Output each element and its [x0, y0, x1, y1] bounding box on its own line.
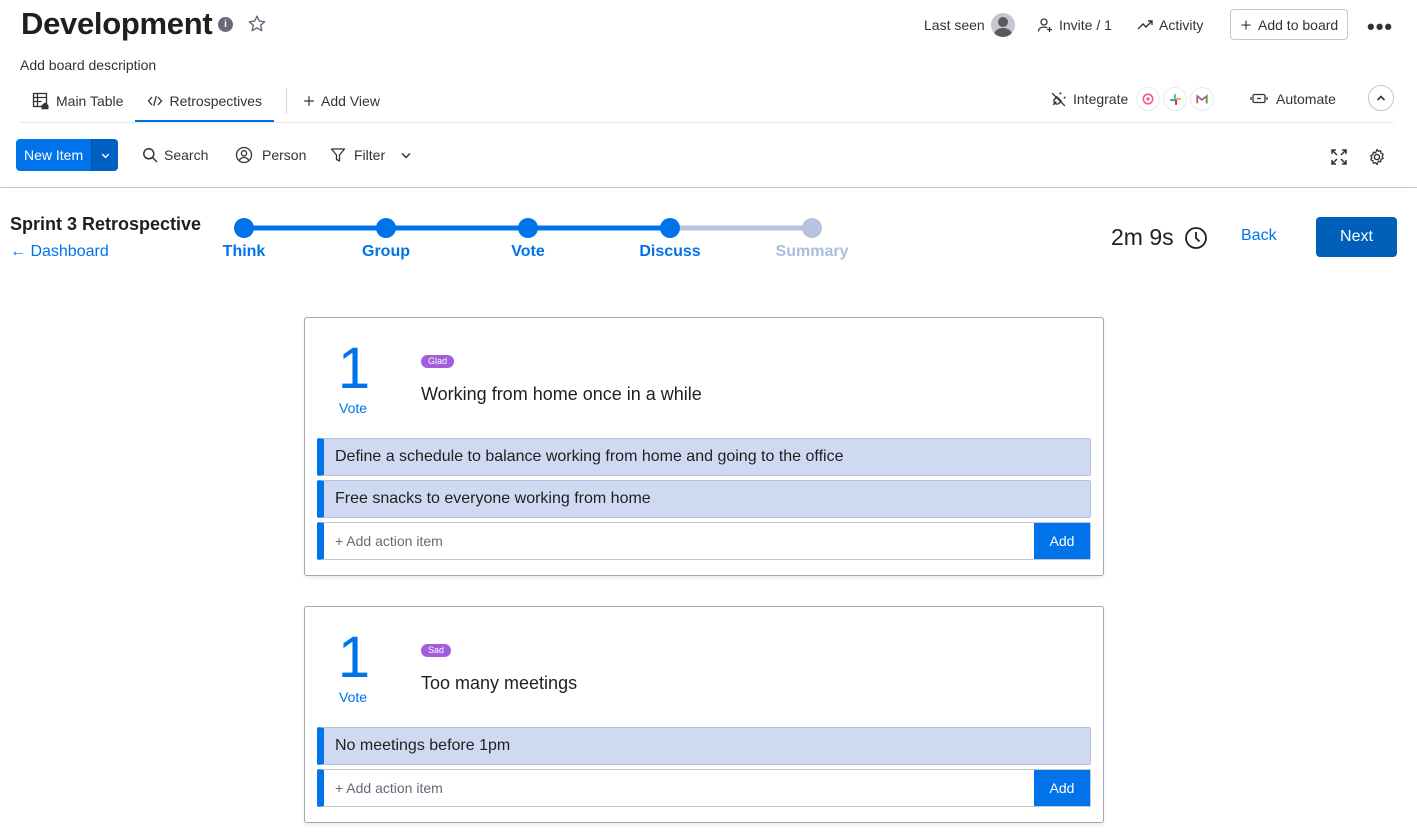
tab-label: Retrospectives [169, 93, 263, 109]
board-description[interactable]: Add board description [20, 57, 156, 73]
integrate-button[interactable]: Integrate [1050, 86, 1215, 112]
action-item[interactable]: Define a schedule to balance working fro… [317, 438, 1091, 476]
step-label-discuss[interactable]: Discuss [639, 243, 700, 261]
add-action-button[interactable]: Add [1034, 523, 1090, 559]
gmail-logo-icon [1190, 87, 1215, 111]
tab-main-table[interactable]: Main Table [20, 80, 135, 122]
action-item[interactable]: No meetings before 1pm [317, 727, 1091, 765]
add-to-board-button[interactable]: Add to board [1230, 9, 1349, 40]
board-header: Development i Add board description Last… [0, 0, 1417, 188]
fullscreen-button[interactable] [1330, 145, 1348, 169]
code-icon [148, 95, 163, 107]
step-dot-vote[interactable] [518, 218, 538, 238]
vote-count: 1 [337, 336, 371, 401]
person-filter-button[interactable]: Person [235, 143, 306, 167]
tab-divider [286, 88, 288, 114]
search-button[interactable]: Search [142, 143, 208, 167]
chevron-up-icon [1376, 95, 1386, 101]
person-label: Person [262, 147, 307, 163]
invite-button[interactable]: Invite / 1 [1037, 10, 1112, 40]
activity-label: Activity [1159, 17, 1204, 33]
settings-button[interactable] [1368, 145, 1386, 169]
automate-button[interactable]: Automate [1250, 86, 1336, 112]
avatar [990, 13, 1015, 37]
stage-stepper: Think Group Vote Discuss Summary [0, 188, 900, 293]
slack-logo-icon [1163, 87, 1188, 111]
tab-label: Add View [321, 93, 380, 109]
tab-label: Main Table [56, 93, 124, 109]
stepper-track [234, 218, 822, 238]
last-seen-label: Last seen [924, 17, 985, 33]
retrospective-bar: Sprint 3 Retrospective ← Dashboard Think… [0, 188, 1417, 293]
tabs-divider [20, 122, 1394, 123]
discussion-card: 1 Vote Glad Working from home once in a … [304, 317, 1104, 576]
trend-icon [1137, 20, 1153, 30]
timer: 2m 9s [1111, 224, 1208, 251]
add-action-row: Add [317, 769, 1091, 807]
sentiment-tag: Glad [421, 355, 455, 368]
step-label-vote[interactable]: Vote [511, 243, 544, 261]
vote-count: 1 [337, 625, 371, 690]
person-icon [235, 146, 253, 164]
add-action-row: Add [317, 522, 1091, 560]
clock-icon [1184, 226, 1207, 249]
last-seen[interactable]: Last seen [924, 10, 1015, 40]
activity-button[interactable]: Activity [1137, 10, 1203, 40]
add-action-button[interactable]: Add [1034, 770, 1090, 806]
timer-value: 2m 9s [1111, 224, 1174, 250]
app-logo-icon [1136, 87, 1161, 111]
discussion-list: 1 Vote Glad Working from home once in a … [0, 293, 1417, 833]
add-action-input[interactable] [324, 770, 1034, 806]
next-button[interactable]: Next [1316, 217, 1397, 257]
board-title[interactable]: Development [21, 6, 213, 42]
star-icon[interactable] [247, 14, 267, 34]
card-topic: Working from home once in a while [421, 384, 702, 404]
filter-label: Filter [354, 147, 386, 163]
search-label: Search [164, 147, 209, 163]
new-item-label[interactable]: New Item [16, 139, 92, 171]
gear-icon [1370, 148, 1384, 166]
plug-icon [1051, 91, 1066, 106]
robot-icon [1250, 93, 1268, 104]
add-person-icon [1037, 18, 1052, 32]
tab-retrospectives[interactable]: Retrospectives [135, 80, 274, 122]
step-label-think[interactable]: Think [223, 243, 266, 261]
chevron-down-icon [101, 153, 109, 158]
step-dot-think[interactable] [234, 218, 254, 238]
back-button[interactable]: Back [1241, 227, 1277, 245]
chevron-down-icon[interactable] [400, 149, 412, 161]
filter-icon [330, 148, 346, 162]
plus-icon [304, 96, 314, 106]
sentiment-tag: Sad [421, 644, 452, 657]
discussion-card: 1 Vote Sad Too many meetings No meetings… [304, 606, 1104, 823]
add-to-board-label: Add to board [1258, 16, 1339, 33]
step-dot-group[interactable] [376, 218, 396, 238]
action-item[interactable]: Free snacks to everyone working from hom… [317, 480, 1091, 518]
card-topic: Too many meetings [421, 673, 578, 693]
info-icon[interactable]: i [218, 17, 233, 32]
collapse-header-button[interactable] [1368, 85, 1394, 111]
step-label-group[interactable]: Group [362, 243, 410, 261]
table-icon [32, 92, 49, 110]
tab-add-view[interactable]: Add View [299, 80, 392, 122]
step-dot-discuss[interactable] [660, 218, 680, 238]
vote-label: Vote [339, 400, 368, 416]
step-dot-summary[interactable] [802, 218, 822, 238]
search-icon [143, 148, 158, 163]
expand-icon [1331, 149, 1347, 165]
new-item-button[interactable]: New Item [16, 139, 119, 171]
more-options-icon[interactable]: ••• [1367, 12, 1393, 42]
add-action-input[interactable] [324, 523, 1034, 559]
step-label-summary[interactable]: Summary [776, 243, 849, 261]
filter-button[interactable]: Filter [330, 143, 412, 167]
integrate-label: Integrate [1073, 91, 1129, 107]
vote-label: Vote [339, 689, 368, 705]
new-item-dropdown[interactable] [91, 139, 119, 171]
invite-label: Invite / 1 [1059, 17, 1112, 33]
view-tabs: Main Table Retrospectives Add View [20, 80, 392, 122]
automate-label: Automate [1276, 91, 1336, 107]
plus-icon [1241, 20, 1251, 29]
